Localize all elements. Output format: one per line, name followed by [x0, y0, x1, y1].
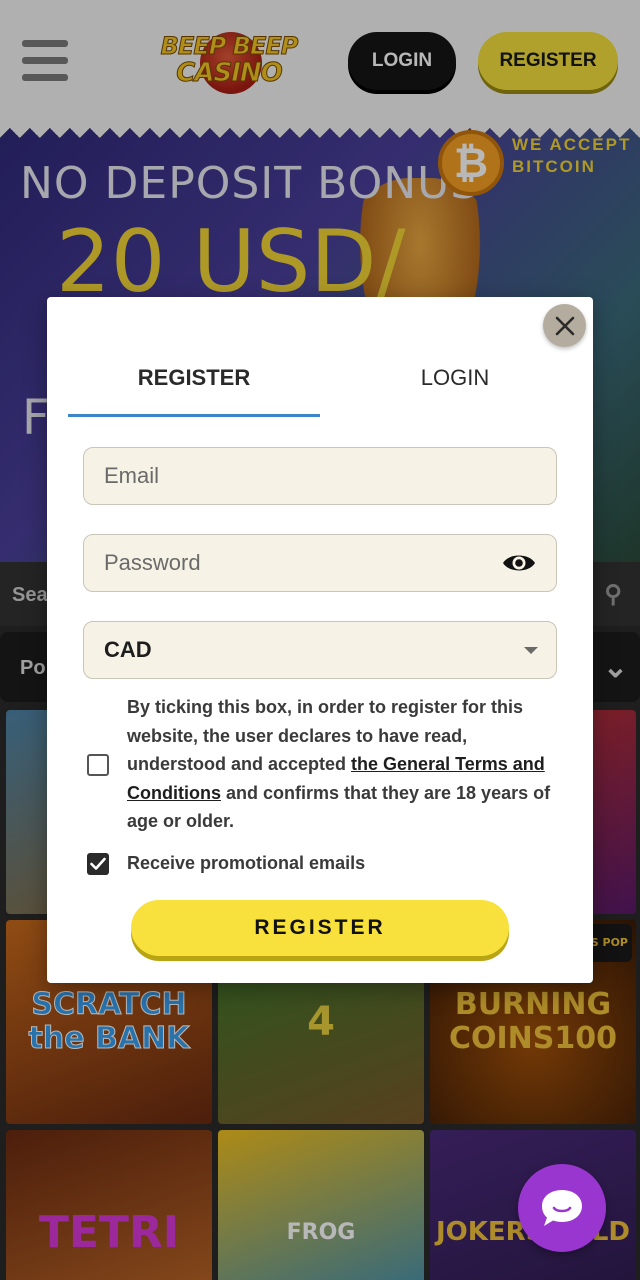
active-tab-indicator [68, 414, 320, 417]
terms-checkbox[interactable] [87, 754, 109, 776]
email-input[interactable] [104, 448, 484, 504]
chat-bubble-icon [542, 1190, 582, 1226]
live-chat-button[interactable] [518, 1164, 606, 1252]
currency-value: CAD [104, 637, 152, 662]
password-input[interactable] [104, 535, 484, 591]
close-icon [555, 316, 574, 335]
tab-login[interactable]: LOGIN [330, 365, 580, 391]
tab-register[interactable]: REGISTER [69, 365, 319, 391]
promo-emails-checkbox[interactable] [87, 853, 109, 875]
currency-select[interactable]: CAD [83, 621, 557, 679]
register-modal: REGISTER LOGIN CAD By ticking this box, … [47, 297, 593, 983]
password-field[interactable] [83, 534, 557, 592]
promo-emails-label: Receive promotional emails [127, 853, 366, 873]
close-button[interactable] [543, 304, 586, 347]
checkmark-icon [90, 857, 106, 870]
dropdown-caret-icon [524, 647, 538, 654]
terms-text: By ticking this box, in order to registe… [127, 693, 567, 836]
email-field[interactable] [83, 447, 557, 505]
eye-icon[interactable] [502, 551, 536, 575]
register-submit-button[interactable]: REGISTER [131, 900, 509, 956]
